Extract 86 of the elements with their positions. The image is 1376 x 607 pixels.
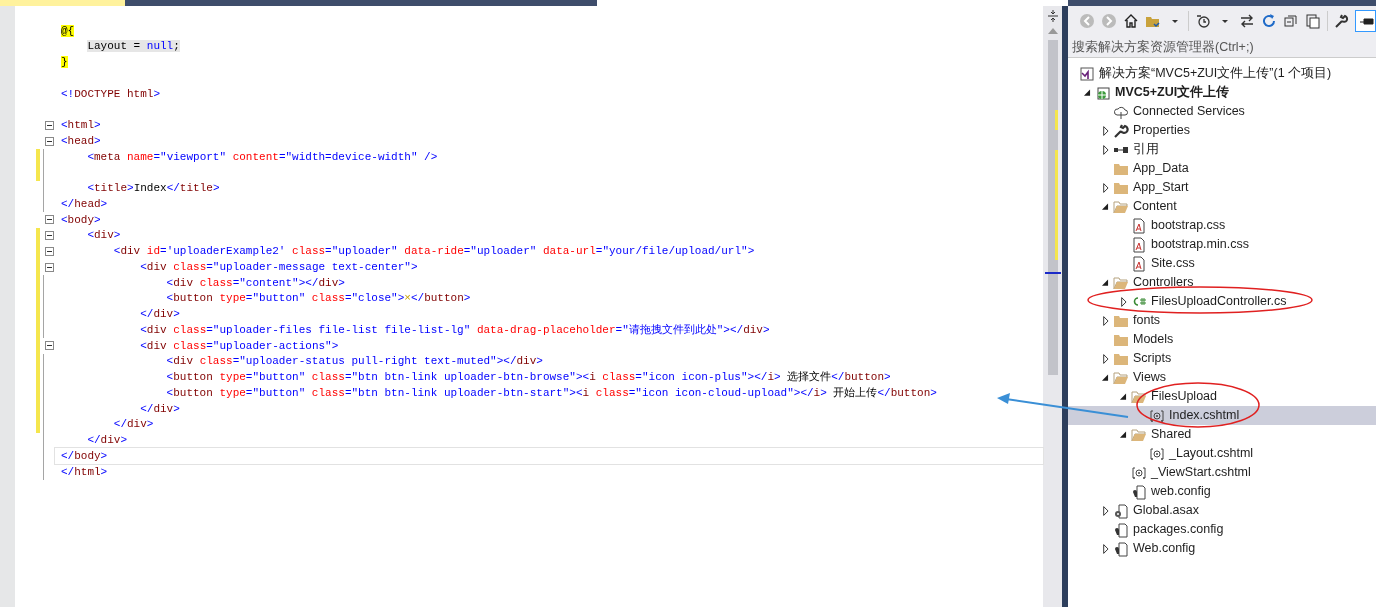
gear-file-icon [1113, 502, 1129, 519]
code-line: <div class="uploader-status pull-right text-muted"></div> [165, 354, 544, 370]
tree-item[interactable]: _Layout.cshtml [1068, 444, 1376, 463]
open-folder-icon [1131, 388, 1147, 405]
collapse-icon[interactable] [44, 215, 54, 225]
home-icon[interactable] [1122, 12, 1140, 30]
tree-item[interactable]: web.config [1068, 482, 1376, 501]
tree-item[interactable]: FilesUploadController.cs [1068, 292, 1376, 311]
code-line: </div> [139, 401, 181, 417]
pin-icon[interactable] [1355, 10, 1376, 32]
razor-file-icon [1149, 445, 1165, 462]
scroll-thumb[interactable] [1047, 40, 1058, 375]
tree-item[interactable]: Shared [1068, 425, 1376, 444]
tree-item[interactable]: Views [1068, 368, 1376, 387]
tree-item[interactable]: Index.cshtml [1068, 406, 1376, 425]
vertical-scrollbar[interactable] [1043, 6, 1062, 607]
tree-item[interactable]: Models [1068, 330, 1376, 349]
code-line: <div class="uploader-actions"> [139, 338, 340, 354]
code-line: </html> [61, 464, 109, 480]
tree-item[interactable]: Scripts [1068, 349, 1376, 368]
tree-item[interactable]: FilesUpload [1068, 387, 1376, 406]
tree-item[interactable]: App_Data [1068, 159, 1376, 178]
razor-file-icon [1131, 464, 1147, 481]
solution-icon [1079, 65, 1095, 82]
tree-item[interactable]: bootstrap.min.css [1068, 235, 1376, 254]
swap-arrows-icon[interactable] [1238, 12, 1256, 30]
tree-item[interactable]: Connected Services [1068, 102, 1376, 121]
refresh-icon[interactable] [1260, 12, 1278, 30]
collapse-icon[interactable] [44, 341, 54, 351]
tree-item[interactable]: packages.config [1068, 520, 1376, 539]
code-line: <head> [61, 133, 102, 149]
open-folder-icon [1113, 274, 1129, 291]
code-line: <button type="button" class="close">×</button> [165, 291, 472, 307]
tree-item[interactable]: Controllers [1068, 273, 1376, 292]
tree-item[interactable]: bootstrap.css [1068, 216, 1376, 235]
tree-item[interactable]: MVC5+ZUI文件上传 [1068, 83, 1376, 102]
code-line: <button type="button" class="btn btn-link uploader-btn-start"><i class="icon icon-cloud-upload"></i> 开始上传</button> [165, 385, 938, 401]
collapse-icon[interactable] [44, 231, 54, 241]
open-folder-icon [1113, 198, 1129, 215]
search-field[interactable]: 搜索解决方案资源管理器(Ctrl+;) [1068, 36, 1376, 58]
code-line: <div class="uploader-files file-list file-list-lg" data-drag-placeholder="请拖拽文件到此处"></div> [139, 322, 771, 338]
code-line: <div class="uploader-message text-center"> [139, 259, 419, 275]
copy-pages-icon[interactable] [1304, 12, 1322, 30]
code-line: <meta name="viewport" content="width=device-width" /> [86, 149, 439, 165]
web-project-icon [1095, 84, 1111, 101]
tree-item[interactable]: App_Start [1068, 178, 1376, 197]
code-line: </div> [139, 307, 181, 323]
history-icon[interactable] [1194, 12, 1212, 30]
css-file-icon [1131, 236, 1147, 253]
tree-item[interactable]: Site.css [1068, 254, 1376, 273]
tree-item[interactable]: Web.config [1068, 539, 1376, 558]
collapse-icon[interactable] [44, 246, 54, 256]
wrench-icon [1113, 122, 1129, 139]
code-line: </body> [61, 448, 109, 464]
code-line: <button type="button" class="btn btn-link uploader-btn-browse"><i class="icon icon-plus"></i> 选择文件</button> [165, 370, 892, 386]
tree-item[interactable]: Global.asax [1068, 501, 1376, 520]
tree-item[interactable]: 引用 [1068, 140, 1376, 159]
tree-item[interactable]: fonts [1068, 311, 1376, 330]
tree-item[interactable]: Content [1068, 197, 1376, 216]
code-line: <title>Index</title> [86, 181, 221, 197]
config-file-icon [1131, 483, 1147, 500]
code-line: <body> [61, 212, 102, 228]
code-line: Layout = null; [86, 39, 181, 55]
collapse-icon[interactable] [44, 136, 54, 146]
code-line: <div> [86, 228, 122, 244]
tree-item[interactable]: 解决方案“MVC5+ZUI文件上传”(1 个项目) [1068, 64, 1376, 83]
code-line: </div> [86, 433, 129, 449]
collapse-icon[interactable] [44, 262, 54, 272]
config-file-icon [1113, 521, 1129, 538]
code-line: <!DOCTYPE html> [61, 86, 162, 102]
razor-file-icon [1149, 407, 1165, 424]
split-icon[interactable] [1046, 9, 1059, 23]
config-file-icon [1113, 540, 1129, 557]
css-file-icon [1131, 255, 1147, 272]
code-line: </head> [61, 196, 109, 212]
code-line: <div class="content"></div> [165, 275, 346, 291]
css-file-icon [1131, 217, 1147, 234]
tree-item[interactable]: Properties [1068, 121, 1376, 140]
open-folder-icon [1131, 426, 1147, 443]
code-line: </div> [112, 417, 155, 433]
collapse-icon[interactable] [44, 120, 54, 130]
collapse-all-icon[interactable] [1282, 12, 1300, 30]
open-folder-icon [1113, 369, 1129, 386]
code-line: <html> [61, 118, 102, 134]
tree-item[interactable]: _ViewStart.cshtml [1068, 463, 1376, 482]
code-line: <div id='uploaderExample2' class="uploader" data-ride="uploader" data-url="your/file/upload/url"> [112, 244, 756, 260]
